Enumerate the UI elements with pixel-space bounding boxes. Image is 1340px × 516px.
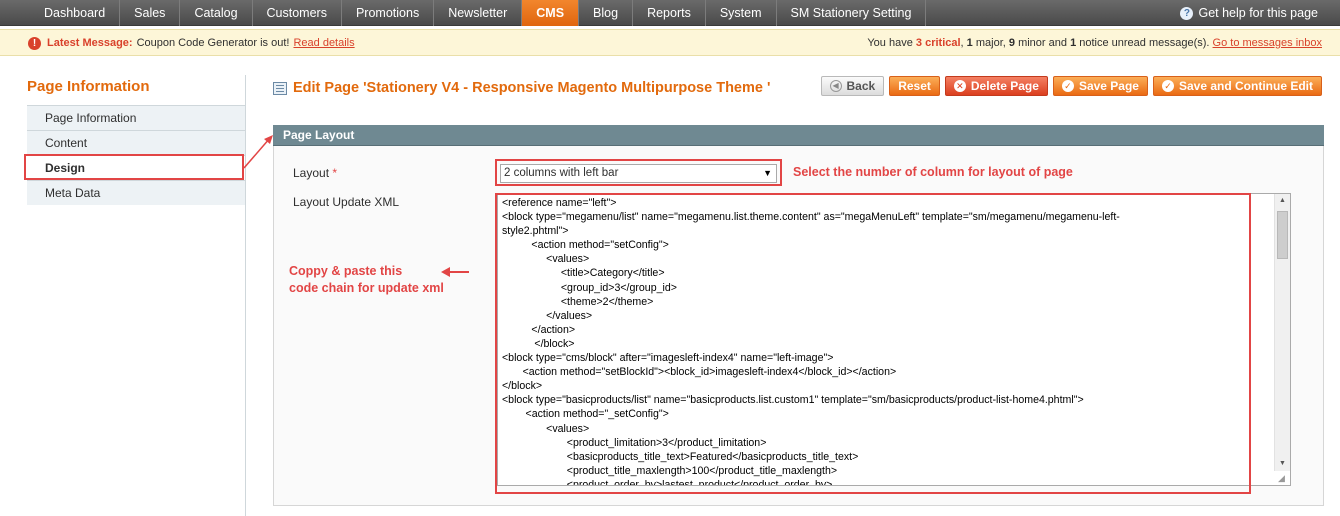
help-icon: ? <box>1180 6 1194 20</box>
help-text: Get help for this page <box>1198 6 1318 20</box>
nav-item-newsletter[interactable]: Newsletter <box>434 0 523 26</box>
major-count: 1 <box>966 37 973 49</box>
nav-item-blog[interactable]: Blog <box>579 0 634 26</box>
nav-item-cms[interactable]: CMS <box>522 0 580 26</box>
critical-count: 3 critical <box>915 37 961 49</box>
latest-message-label: Latest Message: <box>47 37 133 49</box>
layout-select[interactable]: 2 columns with left bar ▼ <box>500 164 777 183</box>
sidebar-title: Page Information <box>27 78 150 95</box>
nav-item-promotions[interactable]: Promotions <box>342 0 435 26</box>
reset-button[interactable]: Reset <box>889 76 940 96</box>
copy-annotation-line1: Coppy & paste this <box>289 264 403 278</box>
latest-message-text: Coupon Code Generator is out! <box>136 37 290 49</box>
page-icon <box>273 81 287 95</box>
save-label: Save Page <box>1078 79 1139 93</box>
xml-textarea-highlight <box>495 193 1251 494</box>
save-continue-button[interactable]: ✓ Save and Continue Edit <box>1152 76 1322 96</box>
scroll-up-icon[interactable]: ▲ <box>1275 194 1290 208</box>
nav-item-sm-stationery-setting[interactable]: SM Stationery Setting <box>777 0 927 26</box>
back-arrow-icon: ◀ <box>829 80 842 92</box>
back-button[interactable]: ◀ Back <box>820 76 885 96</box>
page-header: Edit Page 'Stationery V4 - Responsive Ma… <box>273 80 770 96</box>
page-layout-section-header: Page Layout <box>273 125 1324 146</box>
page-title: Edit Page 'Stationery V4 - Responsive Ma… <box>293 80 771 96</box>
xml-label: Layout Update XML <box>293 195 400 209</box>
save-continue-check-icon: ✓ <box>1161 80 1174 92</box>
save-continue-label: Save and Continue Edit <box>1178 79 1313 93</box>
nav-item-customers[interactable]: Customers <box>253 0 342 26</box>
nav-menu: Dashboard Sales Catalog Customers Promotions… <box>30 0 927 26</box>
layout-label-text: Layout <box>293 166 330 180</box>
save-page-button[interactable]: ✓ Save Page <box>1052 76 1148 96</box>
nav-item-sales[interactable]: Sales <box>120 0 181 26</box>
sidebar-tab-content[interactable]: Content <box>27 130 246 155</box>
action-buttons: ◀ Back Reset ✕ Delete Page ✓ Save Page ✓… <box>820 76 1322 96</box>
save-check-icon: ✓ <box>1061 80 1074 92</box>
design-tab-highlight <box>24 154 244 180</box>
layout-select-value: 2 columns with left bar <box>504 167 619 179</box>
textarea-scrollbar[interactable]: ▲ ▼ <box>1274 194 1290 471</box>
resize-handle-icon[interactable]: ◢ <box>1278 473 1288 483</box>
nav-item-system[interactable]: System <box>706 0 777 26</box>
scroll-down-icon[interactable]: ▼ <box>1275 457 1290 471</box>
scroll-thumb[interactable] <box>1277 211 1288 259</box>
notice-text: notice unread message(s). <box>1079 37 1210 49</box>
delete-label: Delete Page <box>970 79 1039 93</box>
layout-annotation: Select the number of column for layout o… <box>793 165 1073 179</box>
message-summary: You have 3 critical, 1 major, 9 minor an… <box>867 37 1322 49</box>
messages-inbox-link[interactable]: Go to messages inbox <box>1213 37 1322 49</box>
delete-icon: ✕ <box>953 80 966 92</box>
sidebar-tab-page-information[interactable]: Page Information <box>27 105 246 130</box>
copy-annotation-arrow <box>441 267 469 277</box>
sidebar-tab-meta-data[interactable]: Meta Data <box>27 180 246 205</box>
help-link[interactable]: ? Get help for this page <box>1180 0 1318 26</box>
nav-item-catalog[interactable]: Catalog <box>180 0 253 26</box>
copy-annotation-line2: code chain for update xml <box>289 281 444 295</box>
read-details-link[interactable]: Read details <box>293 30 354 56</box>
copy-annotation: Coppy & paste this code chain for update… <box>289 263 444 297</box>
summary-prefix: You have <box>867 37 913 49</box>
warning-icon: ! <box>28 36 41 50</box>
nav-item-reports[interactable]: Reports <box>633 0 706 26</box>
message-bar: ! Latest Message: Coupon Code Generator … <box>0 29 1340 56</box>
minor-count: 9 <box>1008 37 1016 49</box>
major-text: major, <box>975 37 1006 49</box>
delete-page-button[interactable]: ✕ Delete Page <box>944 76 1048 96</box>
nav-item-dashboard[interactable]: Dashboard <box>30 0 121 26</box>
dropdown-arrow-icon: ▼ <box>763 168 772 178</box>
notice-count: 1 <box>1070 37 1077 49</box>
layout-label: Layout * <box>293 166 337 180</box>
back-label: Back <box>846 79 876 93</box>
top-navigation: Dashboard Sales Catalog Customers Promotions… <box>0 0 1340 26</box>
minor-text: minor and <box>1018 37 1067 49</box>
required-marker: * <box>332 166 338 180</box>
design-pointer-arrow <box>243 135 273 169</box>
reset-label: Reset <box>898 79 931 93</box>
